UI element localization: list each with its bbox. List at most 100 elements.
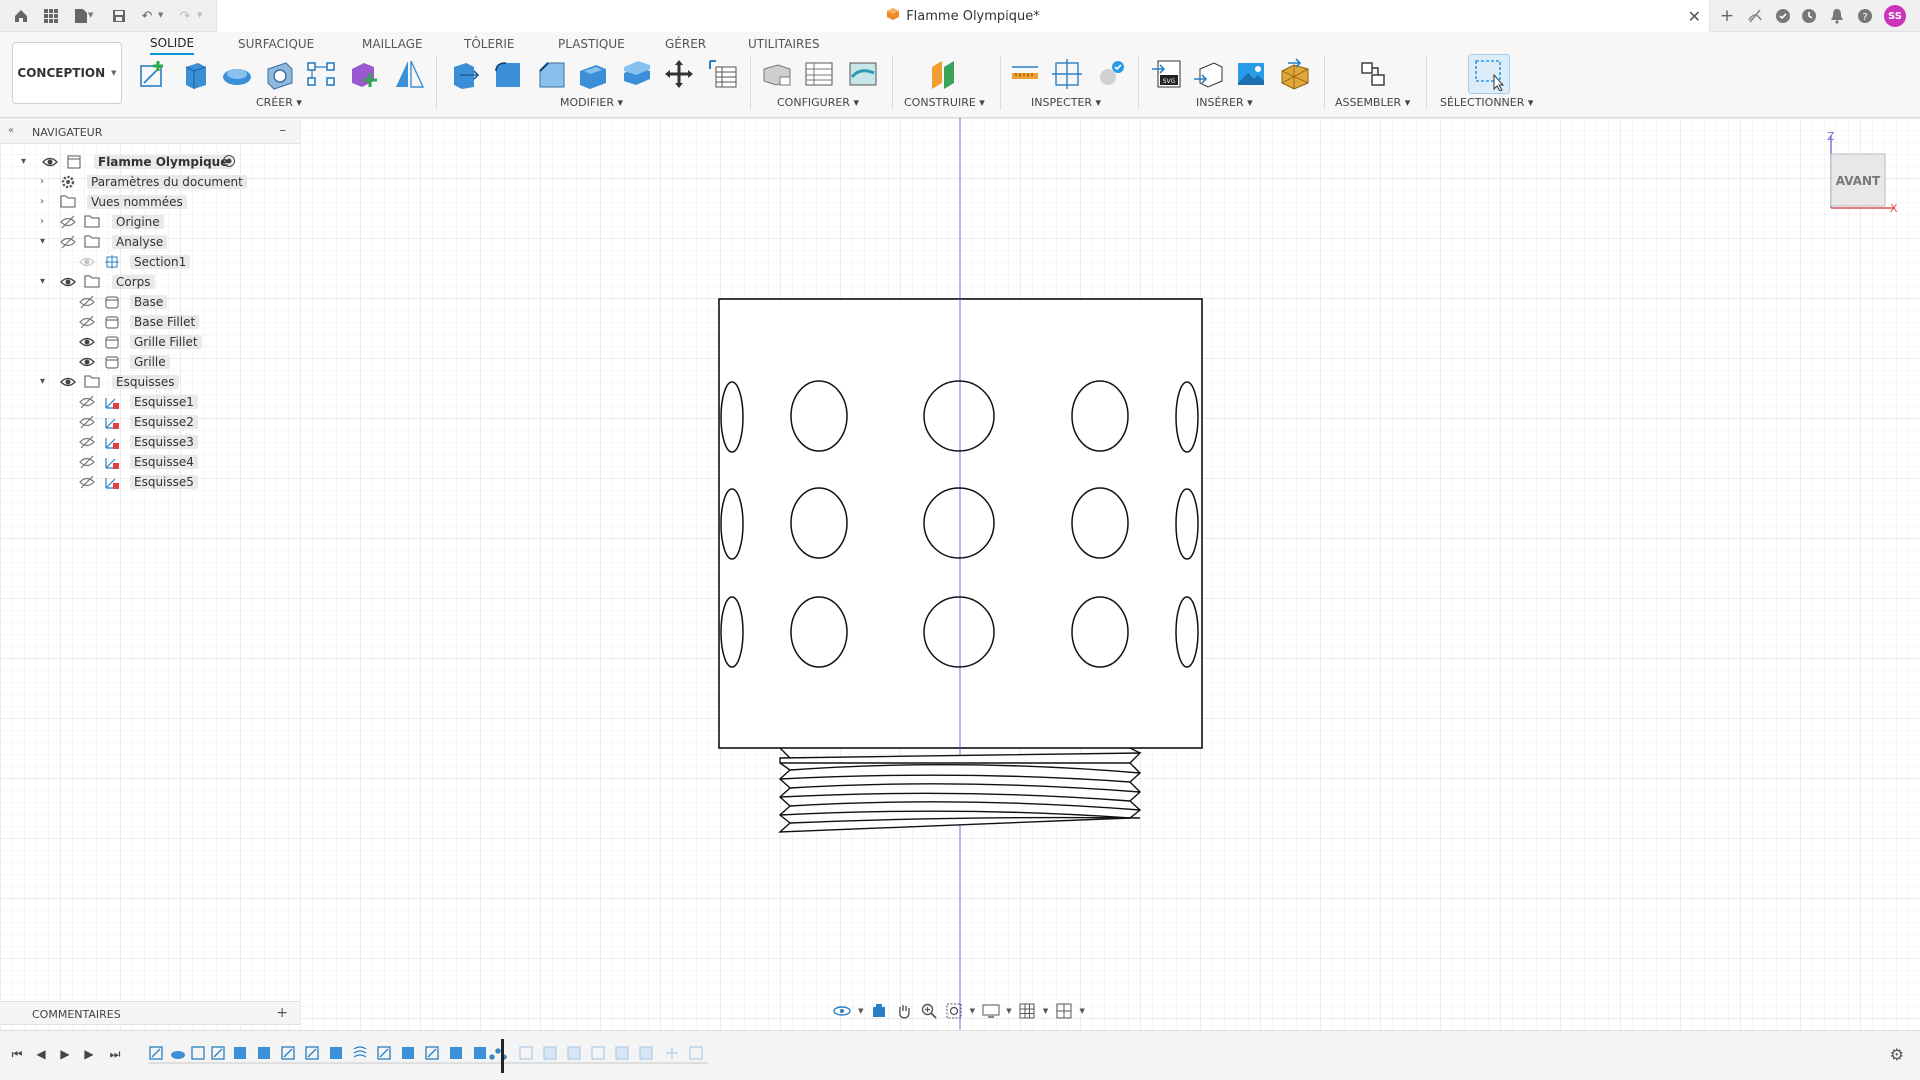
group-label-inspect[interactable]: INSPECTER ▾ [1031, 96, 1101, 109]
tree-item-document-settings[interactable]: › Paramètres du document [0, 171, 300, 193]
chevron-down-icon[interactable]: ▼ [969, 1001, 977, 1021]
offline-icon[interactable] [1746, 7, 1764, 25]
select-box-icon[interactable] [1468, 54, 1510, 94]
measure-icon[interactable] [1006, 56, 1044, 92]
chevron-down-icon[interactable]: ▾ [40, 236, 45, 247]
tree-item-body-base[interactable]: Base [0, 291, 300, 313]
tab-tolerie[interactable]: TÔLERIE [464, 33, 515, 55]
pan-hand-icon[interactable] [894, 1001, 915, 1021]
chevron-down-icon[interactable]: ▼ [1005, 1001, 1013, 1021]
redo-icon[interactable]: ↷ [176, 7, 194, 25]
group-label-create[interactable]: CRÉER ▾ [256, 96, 302, 109]
eye-visible-icon[interactable] [42, 155, 60, 169]
eye-visible-icon[interactable] [79, 355, 97, 369]
insert-mesh-icon[interactable] [1276, 56, 1314, 92]
add-comment-button[interactable]: + [276, 1005, 288, 1021]
notifications-bell-icon[interactable] [1828, 7, 1846, 25]
group-label-construct[interactable]: CONSTRUIRE ▾ [904, 96, 985, 109]
insert-derive-icon[interactable] [1190, 56, 1228, 92]
chevron-down-icon[interactable]: ▼ [857, 1001, 865, 1021]
eye-visible-icon[interactable] [79, 335, 97, 349]
tree-item-body-grille-fillet[interactable]: Grille Fillet [0, 331, 300, 353]
tree-item-bodies[interactable]: ▾ Corps [0, 271, 300, 293]
undo-icon[interactable]: ↶ [138, 7, 156, 25]
tree-item-origin[interactable]: › Origine [0, 211, 300, 233]
eye-hidden-icon[interactable] [79, 475, 97, 489]
fillet-icon[interactable] [488, 56, 526, 92]
display-settings-icon[interactable] [980, 1001, 1001, 1021]
press-pull-icon[interactable] [446, 56, 484, 92]
eye-hidden-icon[interactable] [60, 235, 78, 249]
job-status-icon[interactable] [1774, 7, 1792, 25]
chamfer-icon[interactable] [532, 56, 570, 92]
eye-hidden-icon[interactable] [60, 215, 78, 229]
extrude-icon[interactable] [176, 56, 214, 92]
tree-item-sketch2[interactable]: Esquisse2 [0, 411, 300, 433]
go-to-start-icon[interactable]: ⏮ [8, 1045, 26, 1063]
mirror-icon[interactable] [390, 56, 428, 92]
display-component-colors-icon[interactable] [1092, 56, 1130, 92]
new-component-icon[interactable] [1354, 56, 1392, 92]
chevron-down-icon[interactable]: ▼ [1042, 1001, 1050, 1021]
timeline-marker[interactable] [501, 1039, 504, 1073]
tree-item-body-grille[interactable]: Grille [0, 351, 300, 373]
tree-item-body-base-fillet[interactable]: Base Fillet [0, 311, 300, 333]
step-forward-icon[interactable]: ▶ [80, 1045, 98, 1063]
look-at-icon[interactable] [869, 1001, 890, 1021]
history-icon[interactable] [1800, 7, 1818, 25]
zoom-window-icon[interactable] [944, 1001, 965, 1021]
tree-item-sketch1[interactable]: Esquisse1 [0, 391, 300, 413]
insert-canvas-icon[interactable] [1232, 56, 1270, 92]
chevron-down-icon[interactable]: ▾ [40, 376, 45, 387]
go-to-end-icon[interactable]: ⏭ [106, 1045, 124, 1063]
shell-icon[interactable] [574, 56, 612, 92]
tab-plastique[interactable]: PLASTIQUE [558, 33, 625, 55]
tree-item-sketch5[interactable]: Esquisse5 [0, 471, 300, 493]
group-label-modify[interactable]: MODIFIER ▾ [560, 96, 623, 109]
offset-plane-icon[interactable] [924, 56, 962, 92]
eye-hidden-icon[interactable] [79, 455, 97, 469]
step-back-icon[interactable]: ◀ [32, 1045, 50, 1063]
save-icon[interactable] [110, 7, 128, 25]
chevron-down-icon[interactable]: ▾ [21, 156, 26, 167]
tree-item-analysis[interactable]: ▾ Analyse [0, 231, 300, 253]
workspace-switcher-button[interactable]: CONCEPTION ▼ [12, 42, 122, 104]
chevron-right-icon[interactable]: › [40, 176, 44, 187]
tab-gerer[interactable]: GÉRER [665, 33, 706, 55]
section-analysis-icon[interactable] [1048, 56, 1086, 92]
insert-svg-icon[interactable]: SVG [1148, 56, 1186, 92]
chevron-down-icon[interactable]: ▼ [88, 11, 93, 19]
eye-hidden-icon[interactable] [79, 395, 97, 409]
gear-icon[interactable]: ⚙ [1890, 1045, 1904, 1064]
tree-item-root-component[interactable]: ▾ Flamme Olympique [0, 151, 300, 173]
group-label-select[interactable]: SÉLECTIONNER ▾ [1440, 96, 1533, 109]
chevron-down-icon[interactable]: ▾ [40, 276, 45, 287]
eye-dimmed-icon[interactable] [79, 255, 97, 269]
group-label-insert[interactable]: INSÉRER ▾ [1196, 96, 1253, 109]
apps-grid-icon[interactable] [42, 7, 60, 25]
tree-item-sketches[interactable]: ▾ Esquisses [0, 371, 300, 393]
eye-visible-icon[interactable] [60, 375, 78, 389]
tab-surfacique[interactable]: SURFACIQUE [238, 33, 314, 55]
tree-item-sketch3[interactable]: Esquisse3 [0, 431, 300, 453]
play-icon[interactable]: ▶ [56, 1045, 74, 1063]
timeline-track[interactable] [148, 1039, 708, 1073]
tree-item-named-views[interactable]: › Vues nommées [0, 191, 300, 213]
tree-item-section1[interactable]: Section1 [0, 251, 300, 273]
eye-visible-icon[interactable] [60, 275, 78, 289]
configure-rules-icon[interactable] [800, 56, 838, 92]
group-label-assemble[interactable]: ASSEMBLER ▾ [1335, 96, 1410, 109]
pattern-icon[interactable] [302, 56, 340, 92]
viewports-icon[interactable] [1053, 1001, 1074, 1021]
tab-solide[interactable]: SOLIDE [150, 33, 195, 55]
revolve-icon[interactable] [218, 56, 256, 92]
chevron-right-icon[interactable]: › [40, 196, 44, 207]
change-parameters-icon[interactable] [704, 56, 742, 92]
chevron-right-icon[interactable]: › [40, 216, 44, 227]
home-icon[interactable] [12, 7, 30, 25]
chevron-down-icon[interactable]: ▼ [1078, 1001, 1086, 1021]
tab-maillage[interactable]: MAILLAGE [362, 33, 423, 55]
minimize-panel-icon[interactable]: – [280, 123, 287, 138]
collapse-panel-icon[interactable]: « [8, 125, 14, 136]
hole-icon[interactable] [260, 56, 298, 92]
